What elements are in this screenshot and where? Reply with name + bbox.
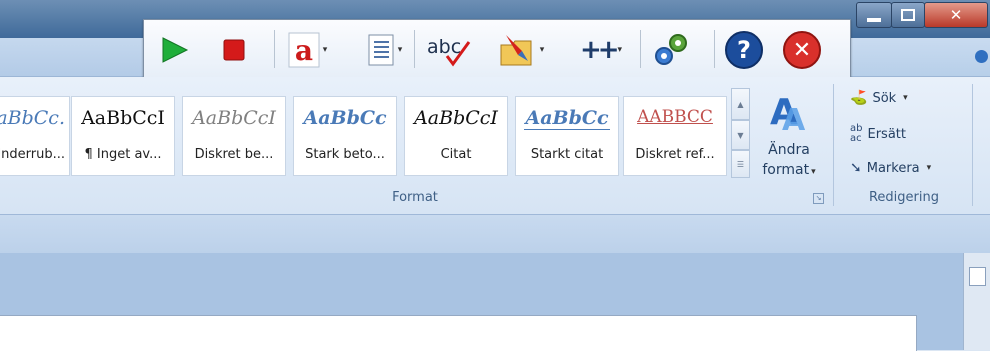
ribbon-tab-strip-right <box>848 38 990 76</box>
select-label: Markera <box>866 160 920 176</box>
style-card-starkt-citat[interactable]: AaBbCc Starkt citat <box>515 96 619 176</box>
add-button[interactable]: ++ ▾ <box>576 30 626 70</box>
help-text: ? <box>737 36 751 64</box>
style-card-citat[interactable]: AaBbCcI Citat <box>404 96 508 176</box>
folder-pen-button[interactable]: ▾ <box>494 30 548 70</box>
change-format-button[interactable]: A A Ändra format ▾ <box>752 82 826 186</box>
style-card-diskret-referens[interactable]: AABBCC Diskret ref... <box>623 96 727 176</box>
close-icon: ✕ <box>783 31 821 69</box>
toolbar-separator <box>714 30 715 68</box>
style-name: Stark beto... <box>305 147 385 162</box>
find-button[interactable]: ⛳ Sök ▾ <box>850 90 908 106</box>
gears-icon <box>655 34 687 65</box>
font-color-button[interactable]: a ▾ <box>284 30 330 70</box>
help-small-icon[interactable] <box>975 50 988 63</box>
style-sample: AaBbCcI <box>81 107 165 129</box>
binoculars-icon: ⛳ <box>850 90 868 106</box>
group-separator <box>972 84 973 206</box>
style-card-underrubrik[interactable]: AaBbCc. Underrub... <box>0 96 70 176</box>
group-separator <box>833 84 834 206</box>
minimize-button[interactable] <box>856 2 892 28</box>
style-card-diskret-betoning[interactable]: AaBbCcI Diskret be... <box>182 96 286 176</box>
chevron-down-icon: ▾ <box>926 163 932 173</box>
spellcheck-icon: abc <box>425 32 473 68</box>
play-icon <box>162 37 189 63</box>
replace-label: Ersätt <box>867 126 906 142</box>
style-name: Diskret be... <box>194 147 274 162</box>
toolbar-separator <box>640 30 641 68</box>
replace-icon: ab ac <box>850 123 863 144</box>
document-page[interactable] <box>0 315 917 351</box>
style-name: ¶ Inget av... <box>84 147 162 162</box>
toolbar-separator <box>274 30 275 68</box>
svg-text:a: a <box>295 34 313 67</box>
style-sample: AaBbCcI <box>192 107 276 129</box>
folder-pen-icon <box>500 35 532 66</box>
stop-button[interactable] <box>214 30 254 70</box>
help-icon: ? <box>725 31 763 69</box>
chevron-down-icon: ▼ <box>737 130 744 140</box>
style-name: Underrub... <box>0 147 65 162</box>
expand-icon: ☰ <box>736 159 745 169</box>
play-button[interactable] <box>154 30 194 70</box>
style-sample: AaBbCc <box>524 107 610 130</box>
svg-text:A: A <box>782 103 806 134</box>
gallery-more-button[interactable]: ☰ <box>731 150 750 178</box>
replace-button[interactable]: ab ac Ersätt <box>850 124 906 144</box>
editing-group-label: Redigering <box>868 190 939 205</box>
style-sample: AaBbCc. <box>0 107 65 129</box>
close-window-button[interactable]: ✕ <box>924 2 988 28</box>
change-format-label-line2-wrap: format ▾ <box>752 162 826 178</box>
chevron-down-icon: ▾ <box>903 93 908 103</box>
style-name: Citat <box>440 147 472 162</box>
dialog-launcher-icon[interactable]: ↘ <box>813 193 824 204</box>
chevron-up-icon: ▲ <box>737 99 744 109</box>
change-styles-icon: A A <box>770 92 806 134</box>
style-card-inget-avstand[interactable]: AaBbCcI ¶ Inget av... <box>71 96 175 176</box>
floating-toolbar: a ▾ ▾ abc ▾ ++ ▾ ? ✕ <box>143 19 851 80</box>
font-color-icon: a <box>288 32 320 68</box>
change-format-label-line1: Ändra <box>768 142 810 158</box>
ruler-bar <box>0 215 990 254</box>
style-name: Diskret ref... <box>635 147 715 162</box>
spellcheck-button[interactable]: abc <box>424 30 474 70</box>
style-sample: AABBCC <box>637 107 713 127</box>
style-sample: AaBbCcI <box>414 107 498 129</box>
change-format-label-line2: format <box>762 162 810 178</box>
gallery-scroll-up-button[interactable]: ▲ <box>731 88 750 120</box>
find-label: Sök <box>872 90 897 106</box>
add-icon: ++ <box>579 35 620 65</box>
document-list-button[interactable]: ▾ <box>362 30 406 70</box>
stop-icon <box>223 39 245 61</box>
restore-button[interactable] <box>891 2 925 28</box>
style-name: Starkt citat <box>530 147 604 162</box>
style-sample: AaBbCc <box>303 107 387 129</box>
exit-button[interactable]: ✕ <box>782 30 822 70</box>
toolbar-separator <box>414 30 415 68</box>
cursor-arrow-icon: ➘ <box>850 160 862 176</box>
help-button[interactable]: ? <box>724 30 764 70</box>
select-button[interactable]: ➘ Markera ▾ <box>850 160 931 176</box>
gallery-scroll-down-button[interactable]: ▼ <box>731 120 750 150</box>
vertical-scrollbar[interactable] <box>963 253 990 350</box>
ruler-toggle-icon[interactable] <box>969 267 986 286</box>
document-list-icon <box>368 34 394 66</box>
format-group-label: Format <box>392 190 438 205</box>
settings-button[interactable] <box>650 30 690 70</box>
chevron-down-icon: ▾ <box>811 167 816 177</box>
style-card-stark-betoning[interactable]: AaBbCc Stark beto... <box>293 96 397 176</box>
